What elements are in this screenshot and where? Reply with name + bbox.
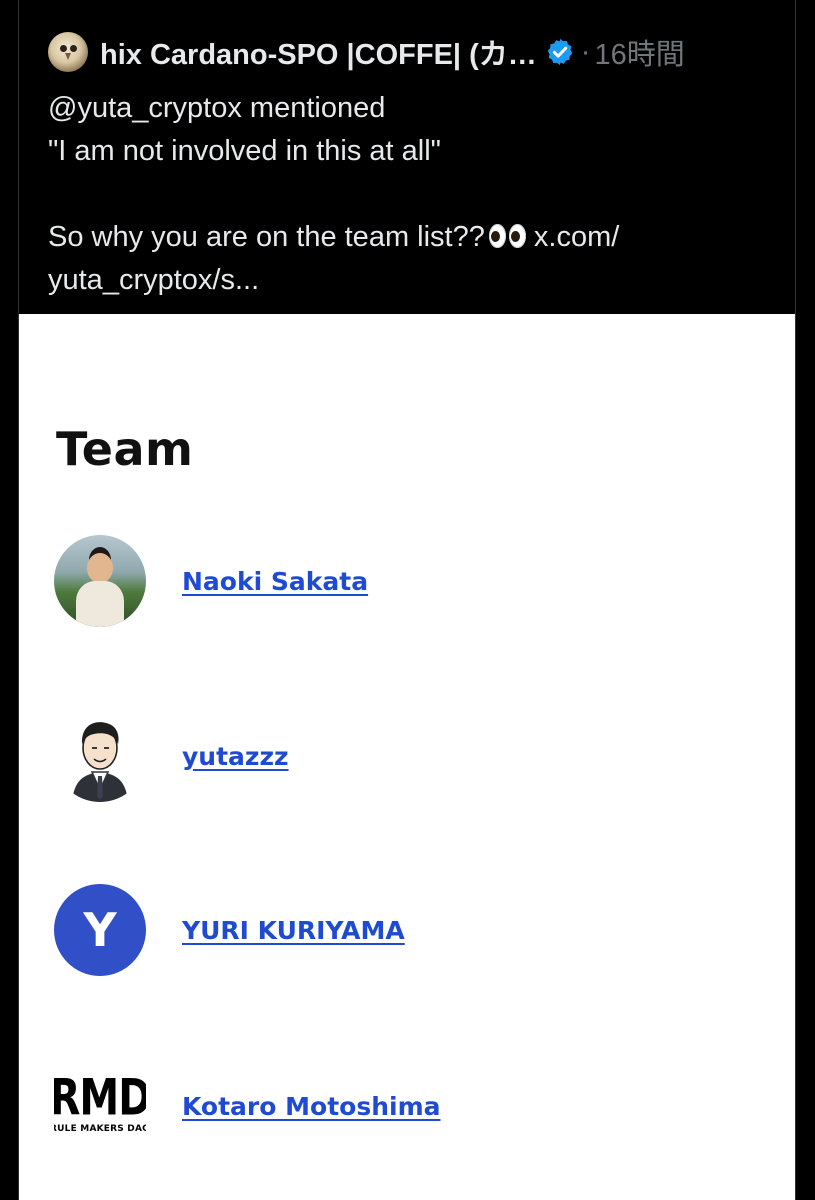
team-member-row: Y YURI KURIYAMA (54, 884, 754, 976)
tweet-text-line-with-link: So why you are on the team list?? x.com/ (48, 216, 788, 259)
separator-dot: · (580, 35, 591, 68)
eyes-emoji-icon (488, 224, 526, 248)
quoted-tweet-text: @yuta_cryptox mentioned "I am not involv… (48, 87, 788, 302)
sketch-portrait-icon (72, 722, 128, 802)
tweet-timestamp[interactable]: 16時間 (594, 31, 684, 73)
attached-screenshot[interactable]: Team Naoki Sakata yutazzz Y YURI KURIYAM… (19, 314, 795, 1200)
team-member-row: RMD RULE MAKERS DAO Kotaro Motoshima (54, 1060, 754, 1152)
verified-badge-icon (547, 38, 573, 66)
owl-beak (65, 53, 71, 60)
member-name-link[interactable]: Naoki Sakata (182, 567, 368, 596)
team-member-row: yutazzz (54, 710, 754, 802)
tweet-link[interactable]: x.com/ (534, 221, 619, 253)
member-name-link[interactable]: YURI KURIYAMA (182, 916, 405, 945)
member-avatar-letter: Y (54, 884, 146, 976)
tweet-text-line: @yuta_cryptox mentioned (48, 92, 386, 124)
member-avatar-sketch (54, 710, 146, 802)
team-member-row: Naoki Sakata (54, 535, 754, 627)
tweet-link-continued[interactable]: yuta_cryptox/s... (48, 259, 788, 302)
member-name-link[interactable]: yutazzz (182, 742, 289, 771)
quoted-tweet-header: hix Cardano-SPO |COFFE| (カ… · 16時間 (48, 30, 788, 74)
author-avatar[interactable] (48, 32, 88, 72)
author-name[interactable]: hix Cardano-SPO |COFFE| (カ… (100, 31, 537, 73)
member-avatar-logo: RMD RULE MAKERS DAO (54, 1060, 146, 1152)
owl-eye (60, 45, 67, 52)
tweet-text-line: "I am not involved in this at all" (48, 135, 441, 167)
member-avatar-photo (54, 535, 146, 627)
owl-eye (70, 45, 77, 52)
member-name-link[interactable]: Kotaro Motoshima (182, 1092, 440, 1121)
team-heading: Team (56, 422, 194, 476)
logo-wordmark: RMD (54, 1069, 146, 1127)
tweet-text-line: So why you are on the team list?? (48, 221, 485, 253)
